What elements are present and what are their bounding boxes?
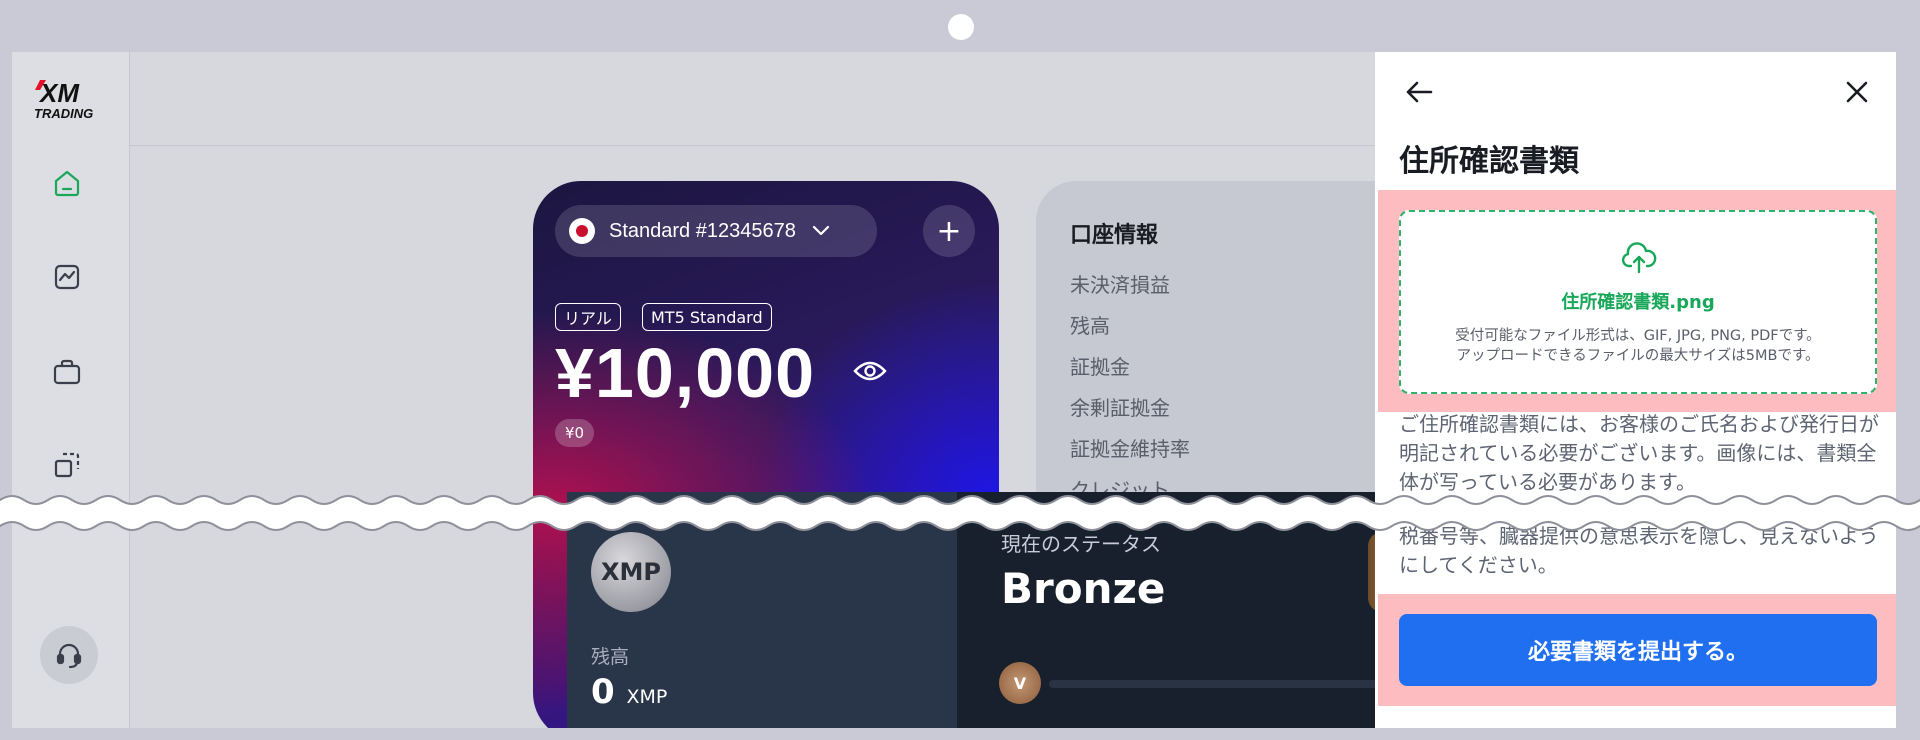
camera-dot bbox=[948, 14, 974, 40]
account-type-tag: リアル bbox=[555, 303, 621, 331]
nav-copy[interactable] bbox=[50, 448, 84, 482]
panel-title: 住所確認書類 bbox=[1399, 144, 1579, 179]
xmp-amount: 0 bbox=[591, 672, 615, 712]
info-row-balance: 残高 bbox=[1070, 314, 1110, 338]
nav-chart[interactable] bbox=[50, 260, 84, 294]
info-row-unrealized-pl: 未決済損益 bbox=[1070, 273, 1170, 297]
xm-logo[interactable]: XM TRADING bbox=[34, 78, 110, 122]
chevron-down-icon bbox=[812, 225, 829, 236]
xmp-balance-label: 残高 bbox=[591, 646, 630, 668]
platform-tag: MT5 Standard bbox=[642, 303, 772, 331]
plus-icon: + bbox=[936, 213, 962, 249]
file-format-note: 受付可能なファイル形式は、GIF, JPG, PNG, PDFです。 bbox=[1455, 328, 1821, 344]
headset-icon bbox=[56, 643, 82, 669]
header-divider bbox=[130, 145, 1390, 146]
close-button[interactable] bbox=[1839, 74, 1875, 110]
document-upload-panel: 住所確認書類 住所確認書類.png 受付可能なファイル形式は、GIF, JPG,… bbox=[1375, 52, 1896, 728]
close-icon bbox=[1846, 81, 1868, 103]
toggle-visibility-button[interactable] bbox=[853, 359, 887, 387]
nav-home[interactable] bbox=[50, 166, 84, 200]
home-icon bbox=[54, 170, 80, 197]
sidebar: XM TRADING bbox=[12, 52, 130, 728]
logo-sub: TRADING bbox=[34, 106, 93, 121]
file-size-note: アップロードできるファイルの最大サイズは5MBです。 bbox=[1456, 348, 1820, 364]
tear-divider bbox=[0, 495, 1920, 531]
back-button[interactable] bbox=[1401, 74, 1437, 110]
account-name: Standard #12345678 bbox=[609, 219, 796, 242]
cloud-upload-icon bbox=[1621, 242, 1657, 274]
submit-documents-button[interactable]: 必要書類を提出する。 bbox=[1399, 614, 1877, 686]
status-value: Bronze bbox=[1001, 564, 1166, 613]
uploaded-file-name: 住所確認書類.png bbox=[1561, 292, 1715, 313]
file-upload-dropzone[interactable]: 住所確認書類.png 受付可能なファイル形式は、GIF, JPG, PNG, P… bbox=[1399, 210, 1877, 394]
chart-icon bbox=[54, 264, 80, 290]
add-account-button[interactable]: + bbox=[923, 205, 975, 257]
account-balance: ¥10,000 bbox=[555, 334, 816, 412]
eye-icon bbox=[853, 361, 887, 381]
account-info-title: 口座情報 bbox=[1070, 223, 1159, 248]
info-row-free-margin: 余剰証拠金 bbox=[1070, 396, 1170, 420]
arrow-left-icon bbox=[1406, 81, 1433, 103]
nav-portfolio[interactable] bbox=[50, 355, 84, 389]
status-progress-bar bbox=[1049, 680, 1399, 688]
sub-balance-badge: ¥0 bbox=[555, 419, 595, 447]
xmp-balance-value: 0 XMP bbox=[591, 672, 667, 712]
japan-flag-icon bbox=[569, 218, 595, 244]
support-button[interactable] bbox=[40, 626, 98, 684]
briefcase-icon bbox=[53, 359, 81, 385]
copy-icon bbox=[54, 452, 80, 478]
info-row-margin-level: 証拠金維持率 bbox=[1070, 437, 1190, 461]
account-selector[interactable]: Standard #12345678 bbox=[555, 205, 877, 257]
info-row-margin: 証拠金 bbox=[1070, 355, 1130, 379]
xmp-unit: XMP bbox=[626, 686, 668, 708]
bronze-badge-icon: V bbox=[999, 662, 1041, 704]
logo-brand: XM bbox=[38, 78, 80, 108]
app-window: XM TRADING Standard #12345678 + リアル MT5 … bbox=[12, 52, 1896, 728]
